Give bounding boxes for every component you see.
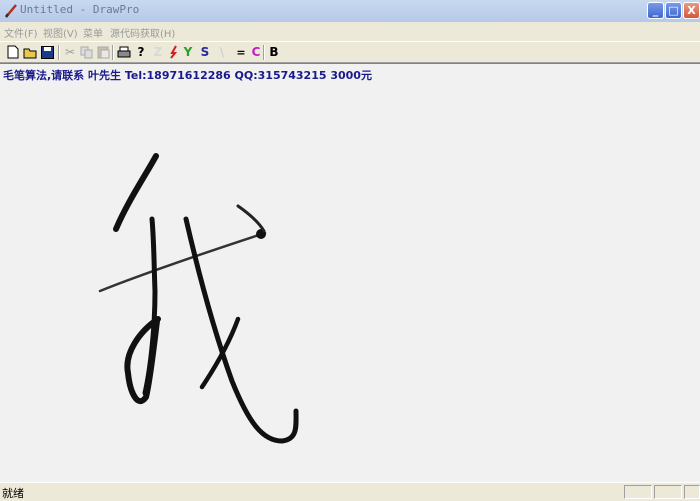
status-pane-1 <box>624 485 652 499</box>
stroke-long-diagonal <box>183 216 299 444</box>
status-pane-3 <box>684 485 700 499</box>
status-text: 就绪 <box>2 487 24 500</box>
status-bar: 就绪 <box>0 482 700 501</box>
stroke-lift <box>124 316 161 405</box>
status-pane-2 <box>654 485 682 499</box>
brush-strokes-我 <box>98 153 299 444</box>
drawing-canvas[interactable]: 毛笔算法,请联系 叶先生 Tel:18971612286 QQ:31574321… <box>0 63 700 482</box>
stroke-dot <box>236 204 266 233</box>
stroke-horizontal <box>98 231 267 293</box>
app-window: Untitled - DrawPro _ □ X 文件(F) 视图(V) 菜单 … <box>0 0 700 501</box>
